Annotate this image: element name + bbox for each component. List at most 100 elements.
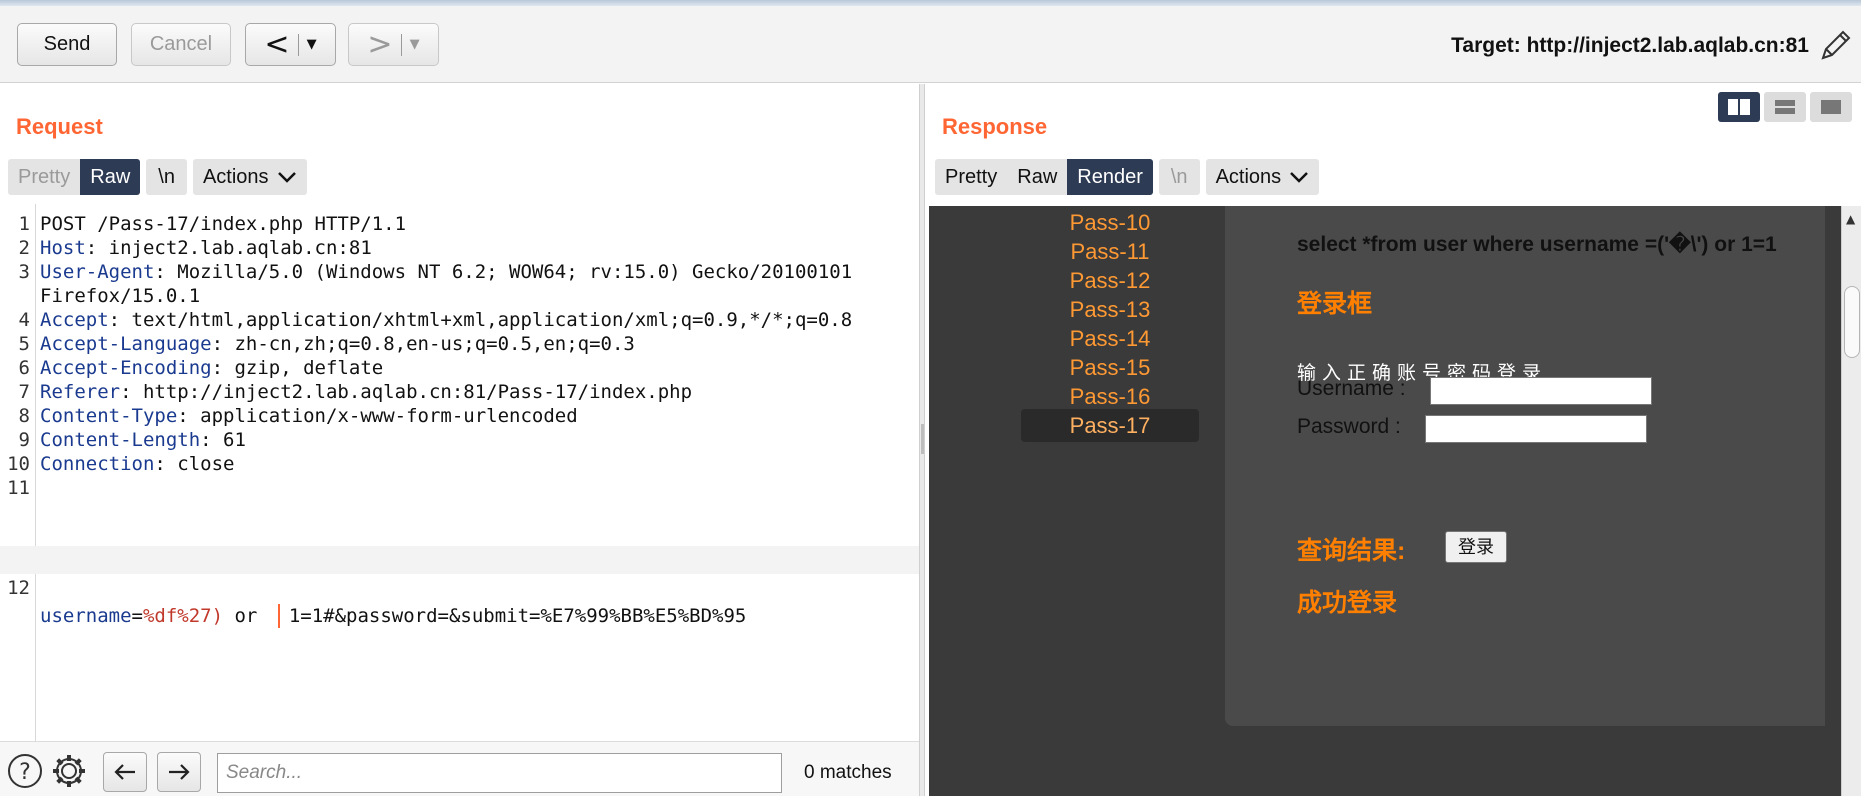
- history-back-button[interactable]: < ▼: [245, 23, 336, 66]
- render-scrollbar[interactable]: ▲: [1841, 206, 1861, 796]
- search-bar: ? 0 matches: [0, 741, 919, 796]
- param-rest: 1=1#&password=&submit=%E7%99%BB%E5%BD%95: [288, 605, 747, 627]
- single-pane-icon: [1821, 100, 1841, 114]
- header-name: Accept-Language: [40, 333, 212, 355]
- header-value: http://inject2.lab.aqlab.cn:81/Pass-17/i…: [142, 381, 693, 403]
- response-tabs: Pretty Raw Render \n Actions: [935, 159, 1320, 195]
- header-separator: :: [108, 309, 132, 331]
- arrow-left-icon: [114, 764, 135, 780]
- send-button[interactable]: Send: [17, 23, 117, 66]
- header-name: Accept: [40, 309, 109, 331]
- gear-icon[interactable]: [50, 752, 88, 790]
- header-separator: :: [177, 405, 201, 427]
- scroll-up-icon[interactable]: ▲: [1846, 212, 1855, 226]
- header-value: inject2.lab.aqlab.cn:81: [108, 237, 372, 259]
- svg-text:?: ?: [19, 760, 31, 785]
- tab-pretty[interactable]: Pretty: [8, 159, 80, 195]
- header-separator: :: [211, 333, 235, 355]
- request-view-tabs: Pretty Raw: [8, 159, 141, 195]
- pass-sidebar: Pass-10 Pass-11 Pass-12 Pass-13 Pass-14 Pass-…: [929, 206, 1217, 796]
- back-dropdown-icon[interactable]: ▼: [307, 37, 317, 52]
- header-separator: :: [120, 381, 143, 403]
- back-chevron-icon: <: [264, 26, 290, 62]
- layout-toggle-group: [1718, 92, 1852, 122]
- success-message: 成功登录: [1297, 589, 1398, 617]
- newline-toggle-group: \n: [1158, 159, 1200, 195]
- tab-render[interactable]: Render: [1067, 159, 1153, 195]
- help-icon[interactable]: ?: [6, 752, 44, 790]
- header-name: Accept-Encoding: [40, 357, 212, 379]
- separator: [400, 33, 402, 56]
- scroll-thumb[interactable]: [1844, 286, 1860, 358]
- layout-side-by-side-button[interactable]: [1718, 92, 1760, 122]
- header-value: application/x-www-form-urlencoded: [200, 405, 578, 427]
- response-view-tabs: Pretty Raw Render: [935, 159, 1153, 195]
- line-number: 11: [7, 477, 30, 499]
- header-value: text/html,application/xhtml+xml,applicat…: [131, 309, 853, 331]
- pencil-icon[interactable]: [1817, 28, 1853, 64]
- sql-query-text: select *from user where username =('�\')…: [1297, 233, 1777, 256]
- burp-repeater-window: Send Cancel < ▼ > ▼ Target: http://injec…: [0, 0, 1861, 796]
- login-button[interactable]: 登录: [1445, 531, 1507, 563]
- header-name: Connection: [40, 453, 155, 475]
- param-middle: or: [223, 605, 269, 627]
- tab-newline-toggle[interactable]: \n: [146, 159, 187, 195]
- newline-toggle-group: \n: [146, 159, 187, 195]
- request-editor[interactable]: 1 POST /Pass-17/index.php HTTP/1.1 2 Host: …: [0, 204, 919, 742]
- body-text: username=%df%27) or 1=1#&password=&submi…: [40, 602, 746, 630]
- param-equals: =: [131, 605, 143, 627]
- header-separator: :: [85, 237, 109, 259]
- request-actions-menu[interactable]: Actions: [193, 159, 307, 195]
- tab-raw[interactable]: Raw: [1007, 159, 1067, 195]
- login-heading: 登录框: [1297, 290, 1373, 318]
- request-line[interactable]: 11: [0, 474, 919, 502]
- header-separator: :: [200, 429, 224, 451]
- splitter-grip[interactable]: [921, 424, 924, 454]
- actions-label: Actions: [1215, 166, 1282, 188]
- page-content-box: select *from user where username =('�\')…: [1225, 206, 1825, 726]
- header-value: close: [177, 453, 235, 475]
- columns-icon: [1728, 99, 1750, 115]
- search-input[interactable]: [217, 753, 782, 793]
- password-field[interactable]: [1425, 415, 1647, 443]
- request-tabs: Pretty Raw \n Actions: [8, 159, 307, 195]
- target-label[interactable]: Target: http://inject2.lab.aqlab.cn:81: [1451, 34, 1809, 58]
- rendered-response: Pass-10 Pass-11 Pass-12 Pass-13 Pass-14 Pass-…: [929, 206, 1841, 796]
- cancel-button[interactable]: Cancel: [131, 23, 231, 66]
- response-actions-menu[interactable]: Actions: [1206, 159, 1320, 195]
- text-caret: [277, 603, 280, 628]
- header-value: 61: [223, 429, 246, 451]
- separator: [297, 33, 299, 56]
- actions-label: Actions: [202, 166, 269, 188]
- response-panel: Response Pretty Raw Render \n Actions Pa…: [925, 84, 1861, 796]
- arrow-right-icon: [169, 764, 190, 780]
- chevron-down-icon: [277, 172, 296, 183]
- tab-newline-toggle[interactable]: \n: [1159, 159, 1200, 195]
- layout-single-button[interactable]: [1810, 92, 1852, 122]
- history-forward-button[interactable]: > ▼: [348, 23, 439, 66]
- param-value: %df%27): [142, 605, 224, 627]
- rows-icon: [1775, 100, 1795, 114]
- tab-pretty[interactable]: Pretty: [935, 159, 1007, 195]
- repeater-toolbar: Send Cancel < ▼ > ▼ Target: http://injec…: [0, 6, 1861, 83]
- response-actions-group: Actions: [1205, 159, 1320, 195]
- search-previous-button[interactable]: [103, 752, 147, 792]
- header-name: Host: [40, 237, 86, 259]
- header-name: Content-Length: [40, 429, 201, 451]
- search-next-button[interactable]: [157, 752, 201, 792]
- forward-chevron-icon: >: [367, 26, 393, 62]
- line-number: 12: [7, 577, 30, 599]
- request-actions-group: Actions: [192, 159, 307, 195]
- layout-stacked-button[interactable]: [1764, 92, 1806, 122]
- chevron-down-icon: [1290, 172, 1309, 183]
- header-separator: :: [154, 453, 178, 475]
- header-value: zh-cn,zh;q=0.8,en-us;q=0.5,en;q=0.3: [234, 333, 635, 355]
- forward-dropdown-icon[interactable]: ▼: [410, 37, 420, 52]
- header-separator: :: [211, 357, 235, 379]
- sidebar-item-pass-17[interactable]: Pass-17: [1021, 409, 1199, 442]
- header-value: gzip, deflate: [234, 357, 384, 379]
- username-field[interactable]: [1430, 377, 1652, 405]
- tab-raw[interactable]: Raw: [80, 159, 141, 195]
- request-body-line[interactable]: 12 username=%df%27) or 1=1#&password=&su…: [0, 546, 919, 628]
- param-name: username: [40, 605, 132, 627]
